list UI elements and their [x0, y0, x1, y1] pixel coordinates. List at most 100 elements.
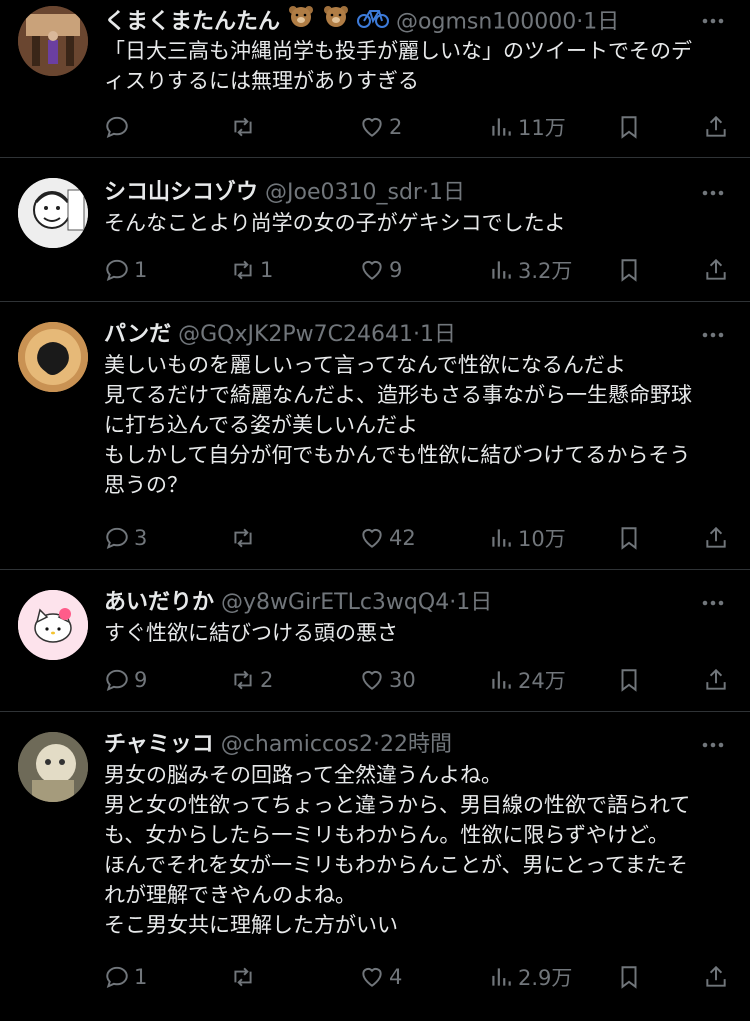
reply-icon: [106, 116, 128, 138]
reply-button[interactable]: 1: [104, 250, 147, 290]
tweet-header: チャミッコ @chamiccos2·22時間: [104, 728, 690, 762]
tweet-text: すぐ性欲に結びつける頭の悪さ: [104, 618, 728, 648]
retweet-button[interactable]: 2: [230, 660, 273, 700]
reply-count: 9: [134, 668, 148, 692]
action-bar: 9 2 30 24万: [0, 660, 750, 700]
heart-icon: [362, 260, 382, 280]
tweet-text: 「日大三高も沖縄尚学も投手が麗しいな」のツイートでそのデ ィスりするには無理があ…: [104, 36, 728, 96]
tweet-2[interactable]: シコ山シコゾウ @Joe0310_sdr·1日 そんなことより尚学の女の子がゲキ…: [0, 158, 750, 302]
tweet-line: 「日大三高も沖縄尚学も投手が麗しいな」のツイートでそのデ: [104, 39, 692, 63]
share-button[interactable]: [703, 107, 729, 147]
handle[interactable]: @y8wGirETLc3wqQ4: [221, 590, 449, 615]
avatar[interactable]: [18, 6, 88, 76]
bookmark-button[interactable]: [616, 107, 642, 147]
like-count: 2: [389, 115, 403, 139]
views-icon: [492, 118, 511, 136]
tweet-line: ィスりするには無理がありすぎる: [104, 69, 419, 93]
action-bar: 3 42 10万: [0, 518, 750, 558]
retweet-button[interactable]: [230, 957, 260, 997]
share-button[interactable]: [703, 957, 729, 997]
retweet-button[interactable]: [230, 107, 260, 147]
tweet-line: も、女からしたら一ミリもわからん。性欲に限らずやけど。: [104, 823, 669, 847]
more-icon[interactable]: [696, 728, 730, 762]
retweet-button[interactable]: [230, 518, 260, 558]
retweet-count: 1: [260, 258, 274, 282]
tweet-text: 男女の脳みその回路って全然違うんよね。 男と女の性欲ってちょっと違うから、男目線…: [104, 760, 728, 940]
bookmark-icon: [621, 259, 637, 282]
timestamp[interactable]: 1日: [583, 10, 619, 35]
avatar[interactable]: [18, 322, 88, 392]
like-button[interactable]: 30: [359, 660, 416, 700]
tweet-1[interactable]: くまくまたんたん @ogmsn100000·1日 「日大三高も沖縄尚学も投手が麗…: [0, 0, 750, 158]
separator: ·: [421, 180, 429, 205]
tweet-line: 思うの？: [104, 473, 188, 497]
views-icon: [492, 671, 511, 689]
handle[interactable]: @Joe0310_sdr: [265, 180, 422, 205]
tweet-header: くまくまたんたん @ogmsn100000·1日: [104, 4, 690, 38]
action-bar: 1 4 2.9万: [0, 957, 750, 997]
share-icon: [706, 258, 726, 280]
bicycle-emoji-icon: [357, 5, 390, 40]
heart-icon: [362, 117, 382, 137]
reply-button[interactable]: 3: [104, 518, 147, 558]
display-name[interactable]: くまくまたんたん: [104, 10, 280, 35]
tweet-4[interactable]: あいだりか @y8wGirETLc3wqQ4·1日 すぐ性欲に結びつける頭の悪さ…: [0, 570, 750, 712]
bookmark-icon: [621, 116, 637, 139]
more-icon[interactable]: [696, 4, 730, 38]
handle[interactable]: @ogmsn100000: [396, 10, 576, 35]
share-icon: [706, 115, 726, 137]
tweet-line: 男と女の性欲ってちょっと違うから、男目線の性欲で語られて: [104, 793, 691, 817]
like-button[interactable]: 2: [359, 107, 402, 147]
bookmark-button[interactable]: [616, 518, 642, 558]
display-name[interactable]: チャミッコ: [104, 732, 214, 757]
share-button[interactable]: [703, 660, 729, 700]
views-button[interactable]: 3.2万: [488, 250, 572, 290]
tweet-3[interactable]: パンだ @GQxJK2Pw7C24641·1日 美しいものを麗しいって言ってなん…: [0, 302, 750, 570]
reply-icon: [106, 669, 128, 691]
display-name[interactable]: パンだ: [104, 322, 171, 347]
avatar[interactable]: [18, 590, 88, 660]
reply-button[interactable]: [104, 107, 134, 147]
more-icon[interactable]: [696, 318, 730, 352]
tweet-5[interactable]: チャミッコ @chamiccos2·22時間 男女の脳みその回路って全然違うんよ…: [0, 712, 750, 1021]
like-button[interactable]: 9: [359, 250, 402, 290]
timestamp[interactable]: 1日: [429, 180, 465, 205]
like-button[interactable]: 42: [359, 518, 416, 558]
views-icon: [492, 261, 511, 279]
avatar[interactable]: [18, 732, 88, 802]
retweet-button[interactable]: 1: [230, 250, 273, 290]
heart-icon: [362, 670, 382, 690]
timestamp[interactable]: 22時間: [380, 732, 452, 757]
tweet-line: 美しいものを麗しいって言ってなんで性欲になるんだよ: [104, 353, 626, 377]
share-button[interactable]: [703, 250, 729, 290]
share-icon: [706, 526, 726, 548]
avatar[interactable]: [18, 178, 88, 248]
views-button[interactable]: 24万: [488, 660, 566, 700]
tweet-line: そこ男女共に理解した方がいい: [104, 913, 398, 937]
display-name[interactable]: シコ山シコゾウ: [104, 180, 258, 205]
views-button[interactable]: 2.9万: [488, 957, 572, 997]
tweet-text: 美しいものを麗しいって言ってなんで性欲になるんだよ 見てるだけで綺麗なんだよ、造…: [104, 350, 728, 500]
view-count: 11万: [518, 116, 566, 140]
action-bar: 2 11万: [0, 107, 750, 147]
like-button[interactable]: 4: [359, 957, 402, 997]
share-button[interactable]: [703, 518, 729, 558]
bookmark-button[interactable]: [616, 957, 642, 997]
timestamp[interactable]: 1日: [420, 322, 456, 347]
views-button[interactable]: 11万: [488, 107, 566, 147]
views-button[interactable]: 10万: [488, 518, 566, 558]
bookmark-button[interactable]: [616, 660, 642, 700]
reply-button[interactable]: 9: [104, 660, 147, 700]
handle[interactable]: @GQxJK2Pw7C24641: [178, 322, 413, 347]
bookmark-button[interactable]: [616, 250, 642, 290]
retweet-icon: [234, 528, 252, 548]
display-name[interactable]: あいだりか: [104, 590, 214, 615]
reply-button[interactable]: 1: [104, 957, 147, 997]
tweet-header: パンだ @GQxJK2Pw7C24641·1日: [104, 318, 690, 352]
view-count: 24万: [518, 669, 566, 693]
timestamp[interactable]: 1日: [456, 590, 492, 615]
handle[interactable]: @chamiccos2: [221, 732, 373, 757]
more-icon[interactable]: [696, 586, 730, 620]
like-count: 9: [389, 258, 403, 282]
more-icon[interactable]: [696, 176, 730, 210]
